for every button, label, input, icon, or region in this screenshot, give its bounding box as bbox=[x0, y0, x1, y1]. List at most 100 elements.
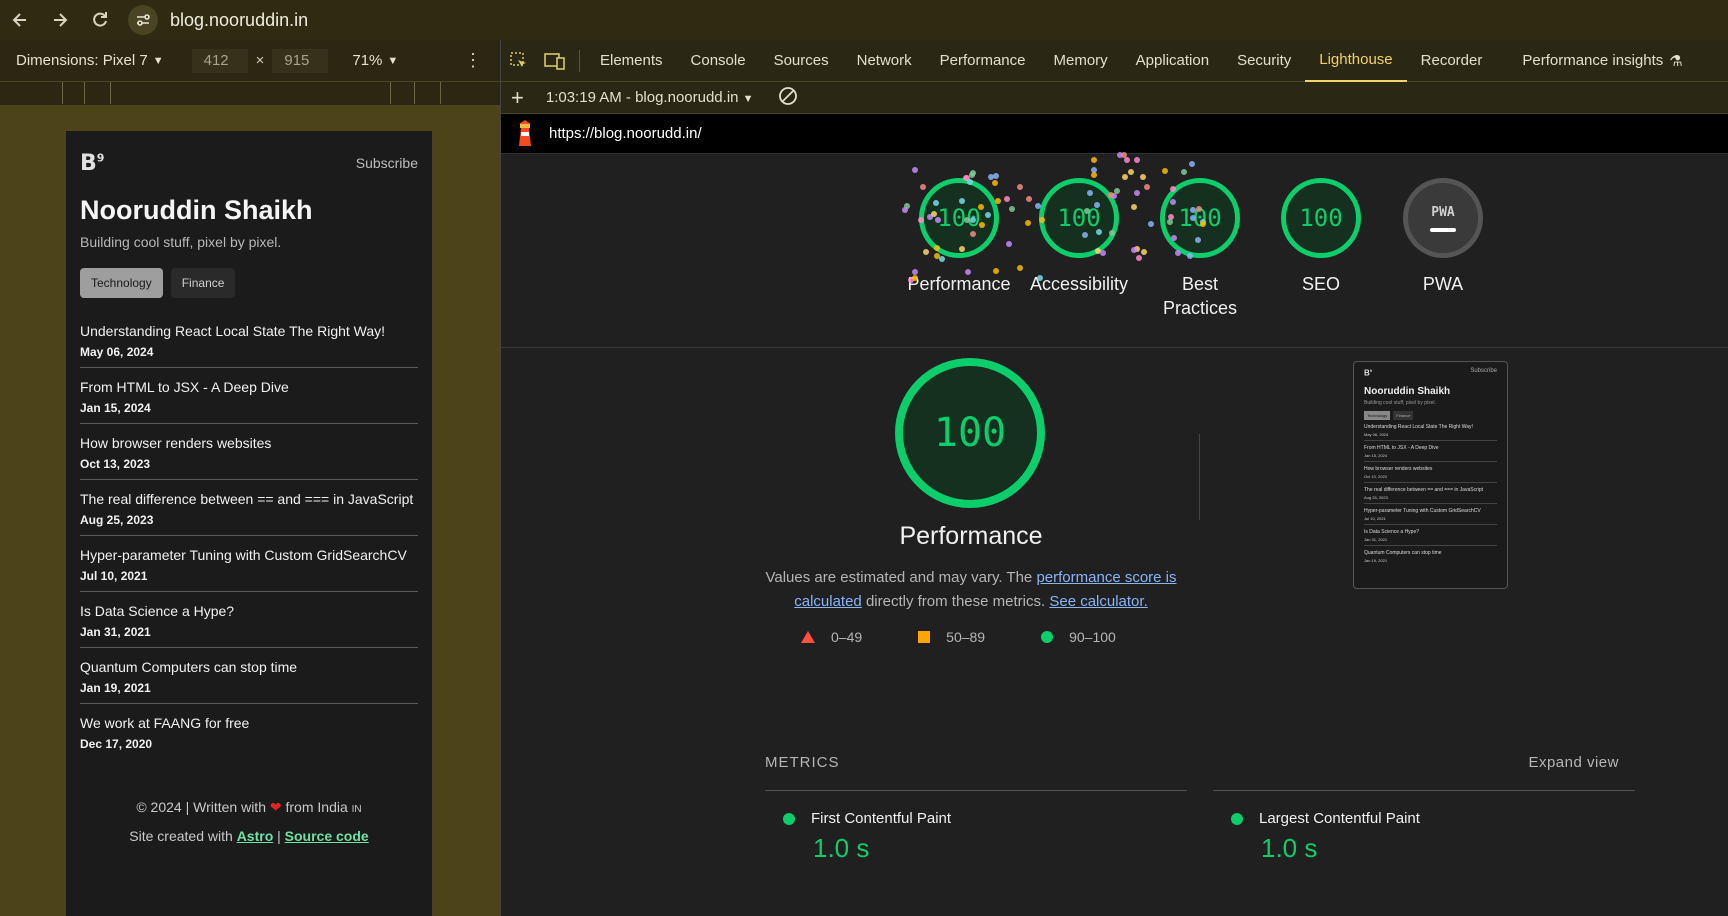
pwa-badge-icon: PWA bbox=[1403, 178, 1483, 258]
tab-performance[interactable]: Performance bbox=[926, 40, 1040, 82]
url-text[interactable]: blog.nooruddin.in bbox=[170, 10, 308, 31]
tab-security[interactable]: Security bbox=[1223, 40, 1305, 82]
confetti-dot bbox=[1114, 187, 1121, 194]
tab-recorder[interactable]: Recorder bbox=[1407, 40, 1497, 82]
flask-icon: ⚗ bbox=[1669, 52, 1683, 70]
tab-performance-insights[interactable]: Performance insights ⚗ bbox=[1508, 40, 1696, 82]
confetti-dot bbox=[1094, 201, 1101, 208]
country-flag: IN bbox=[351, 804, 362, 815]
gauge-accessibility[interactable]: 100 Accessibility bbox=[1030, 178, 1128, 296]
metric-value: 1.0 s bbox=[1261, 833, 1318, 863]
confetti-dot bbox=[1127, 169, 1134, 176]
heart-icon: ❤ bbox=[269, 799, 282, 815]
performance-title: Performance bbox=[899, 522, 1043, 550]
inspect-element-icon[interactable] bbox=[501, 40, 537, 82]
confetti-dot bbox=[1147, 220, 1154, 227]
post-item[interactable]: How browser renders websites Oct 13, 2023 bbox=[80, 424, 418, 480]
tab-memory[interactable]: Memory bbox=[1040, 40, 1122, 82]
tab-sources[interactable]: Sources bbox=[760, 40, 843, 82]
confetti-dot bbox=[933, 199, 940, 206]
confetti-dot bbox=[1017, 265, 1024, 272]
new-report-icon[interactable]: + bbox=[511, 85, 524, 111]
confetti-dot bbox=[1130, 203, 1137, 210]
source-code-link[interactable]: Source code bbox=[285, 828, 369, 844]
fail-triangle-icon bbox=[801, 631, 815, 643]
site-info-icon[interactable] bbox=[128, 5, 158, 35]
address-bar[interactable]: blog.nooruddin.in bbox=[128, 2, 308, 38]
confetti-dot bbox=[958, 198, 965, 205]
confetti-dot bbox=[966, 179, 973, 185]
device-height-input[interactable]: 915 bbox=[272, 48, 329, 73]
confetti-dot bbox=[933, 244, 940, 251]
times-label: × bbox=[255, 52, 265, 69]
gauge-seo[interactable]: 100 SEO bbox=[1281, 178, 1361, 296]
page-screenshot-thumbnail[interactable]: B9 Subscribe Nooruddin Shaikh Building co… bbox=[1353, 361, 1508, 589]
confetti-dot bbox=[1140, 248, 1147, 255]
device-toolbar: Dimensions: Pixel 7 ▼ 412 × 915 71% ▼ ⋮ bbox=[0, 40, 500, 82]
blog-tagline: Building cool stuff, pixel by pixel. bbox=[80, 234, 282, 250]
see-calculator-link[interactable]: See calculator. bbox=[1049, 593, 1147, 610]
report-select[interactable]: 1:03:19 AM - blog.noorudd.in ▼ bbox=[546, 89, 754, 106]
post-item[interactable]: Hyper-parameter Tuning with Custom GridS… bbox=[80, 536, 418, 592]
lighthouse-toolbar: + 1:03:19 AM - blog.noorudd.in ▼ bbox=[501, 82, 1728, 114]
metrics-title: METRICS bbox=[765, 754, 840, 771]
expand-view-toggle[interactable]: Expand view bbox=[1528, 754, 1619, 771]
report-url-bar: https://blog.noorudd.in/ bbox=[501, 114, 1728, 154]
confetti-dot bbox=[1140, 174, 1147, 181]
confetti-dot bbox=[1034, 202, 1041, 209]
post-item[interactable]: From HTML to JSX - A Deep Dive Jan 15, 20… bbox=[80, 368, 418, 424]
gauge-performance[interactable]: 100 Performance bbox=[907, 178, 1011, 296]
tab-console[interactable]: Console bbox=[677, 40, 760, 82]
confetti-dot bbox=[964, 268, 971, 275]
post-list: Understanding React Local State The Righ… bbox=[80, 312, 418, 759]
chip-technology[interactable]: Technology bbox=[80, 268, 163, 298]
chevron-down-icon: ▼ bbox=[742, 93, 754, 105]
confetti-dot bbox=[1090, 156, 1097, 163]
clear-icon[interactable] bbox=[778, 86, 798, 110]
device-width-input[interactable]: 412 bbox=[191, 48, 248, 73]
tab-lighthouse[interactable]: Lighthouse bbox=[1305, 40, 1407, 82]
confetti-dot bbox=[1162, 167, 1169, 174]
average-square-icon bbox=[918, 631, 931, 643]
confetti-dot bbox=[1005, 240, 1012, 247]
devtools-tabbar: Elements Console Sources Network Perform… bbox=[501, 40, 1728, 82]
confetti-dot bbox=[1133, 157, 1140, 164]
confetti-dot bbox=[912, 166, 919, 173]
gauge-pwa[interactable]: PWA PWA bbox=[1403, 178, 1483, 296]
post-item[interactable]: Is Data Science a Hype? Jan 31, 2021 bbox=[80, 592, 418, 648]
astro-link[interactable]: Astro bbox=[237, 828, 274, 844]
confetti-dot bbox=[1189, 207, 1196, 214]
post-item[interactable]: Understanding React Local State The Righ… bbox=[80, 312, 418, 368]
confetti-dot bbox=[1189, 160, 1196, 167]
pass-circle-icon bbox=[1231, 812, 1243, 825]
back-button[interactable] bbox=[0, 2, 40, 38]
subscribe-link[interactable]: Subscribe bbox=[356, 155, 418, 171]
report-url[interactable]: https://blog.noorudd.in/ bbox=[549, 125, 702, 142]
more-options-icon[interactable]: ⋮ bbox=[464, 50, 482, 71]
confetti-dot bbox=[1196, 205, 1203, 212]
confetti-dot bbox=[920, 183, 927, 190]
confetti-dot bbox=[1036, 275, 1043, 282]
chip-finance[interactable]: Finance bbox=[170, 268, 236, 298]
gauge-label: PWA bbox=[1422, 274, 1464, 294]
forward-button[interactable] bbox=[40, 2, 80, 38]
tab-network[interactable]: Network bbox=[843, 40, 926, 82]
post-item[interactable]: Quantum Computers can stop time Jan 19, 2… bbox=[80, 648, 418, 704]
reload-button[interactable] bbox=[80, 2, 120, 38]
performance-section: 100 Performance Values are estimated and… bbox=[501, 316, 1728, 863]
zoom-select[interactable]: 71% bbox=[352, 52, 382, 69]
blog-logo[interactable]: B9 bbox=[80, 151, 104, 176]
confetti-dot bbox=[1107, 191, 1114, 198]
tab-application[interactable]: Application bbox=[1122, 40, 1223, 82]
post-item[interactable]: The real difference between == and === i… bbox=[80, 480, 418, 536]
confetti-dot bbox=[1017, 184, 1024, 191]
post-item[interactable]: We work at FAANG for free Dec 17, 2020 bbox=[80, 704, 418, 759]
confetti-dot bbox=[1124, 157, 1131, 164]
tab-elements[interactable]: Elements bbox=[586, 40, 677, 82]
device-toggle-icon[interactable] bbox=[537, 40, 573, 82]
device-dimensions-select[interactable]: Dimensions: Pixel 7 bbox=[16, 52, 148, 69]
metric-first-contentful-paint: First Contentful Paint 1.0 s bbox=[783, 810, 951, 864]
confetti-dot bbox=[1131, 247, 1138, 254]
confetti-dot bbox=[1194, 237, 1201, 244]
device-ruler bbox=[0, 82, 500, 106]
